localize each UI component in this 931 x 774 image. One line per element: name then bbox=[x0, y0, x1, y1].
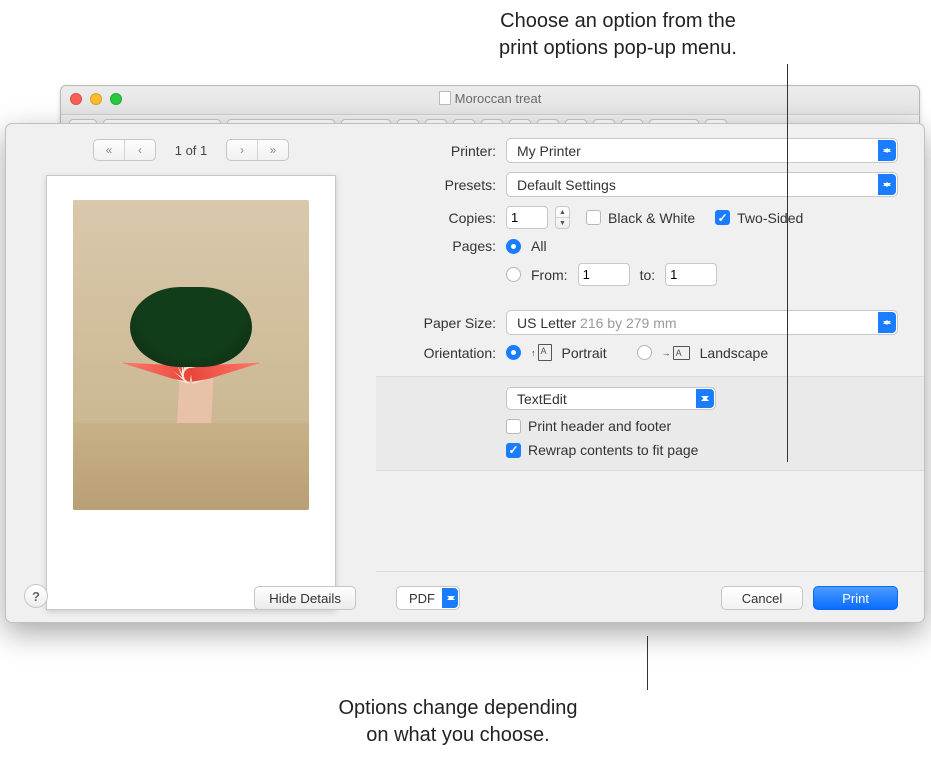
next-page-button[interactable]: › bbox=[227, 140, 257, 160]
pages-to-label: to: bbox=[640, 267, 656, 283]
pages-from-label: From: bbox=[531, 267, 568, 283]
page-navigator: « ‹ 1 of 1 › » bbox=[26, 139, 356, 161]
window-title: Moroccan treat bbox=[61, 91, 919, 106]
last-page-button[interactable]: » bbox=[258, 140, 288, 160]
pages-range-radio[interactable] bbox=[506, 267, 521, 282]
orientation-landscape-radio[interactable] bbox=[637, 345, 652, 360]
portrait-icon: ↑ bbox=[531, 344, 552, 361]
paper-size-menu[interactable]: US Letter 216 by 279 mm bbox=[506, 310, 898, 335]
settings-pane: Printer: My Printer Presets: Default Set… bbox=[376, 124, 924, 622]
orientation-label: Orientation: bbox=[386, 345, 496, 361]
presets-menu[interactable]: Default Settings bbox=[506, 172, 898, 197]
app-options-section: TextEdit Print header and footer Rewrap … bbox=[376, 376, 924, 471]
help-button[interactable]: ? bbox=[24, 584, 48, 608]
paper-size-label: Paper Size: bbox=[386, 315, 496, 331]
pdf-menu[interactable]: PDF bbox=[396, 586, 460, 610]
pages-from-field[interactable] bbox=[578, 263, 630, 286]
printer-menu[interactable]: My Printer bbox=[506, 138, 898, 163]
print-options-menu[interactable]: TextEdit bbox=[506, 387, 716, 410]
hide-details-button[interactable]: Hide Details bbox=[254, 586, 356, 610]
landscape-icon: → bbox=[662, 346, 690, 360]
presets-label: Presets: bbox=[386, 177, 496, 193]
pages-label: Pages: bbox=[386, 238, 496, 254]
copies-stepper[interactable]: ▲▼ bbox=[555, 206, 570, 229]
orientation-portrait-radio[interactable] bbox=[506, 345, 521, 360]
orientation-portrait-label: Portrait bbox=[562, 345, 607, 361]
prev-page-segment: « ‹ bbox=[93, 139, 156, 161]
copies-label: Copies: bbox=[386, 210, 496, 226]
two-sided-label: Two-Sided bbox=[737, 210, 803, 226]
callout-bottom: Options change depending on what you cho… bbox=[268, 695, 648, 749]
preview-pane: « ‹ 1 of 1 › » bbox=[6, 124, 376, 622]
header-footer-checkbox[interactable] bbox=[506, 419, 521, 434]
dialog-footer: PDF Cancel Print bbox=[376, 571, 924, 610]
header-footer-label: Print header and footer bbox=[528, 418, 671, 434]
black-white-label: Black & White bbox=[608, 210, 695, 226]
pages-all-label: All bbox=[531, 238, 547, 254]
rewrap-label: Rewrap contents to fit page bbox=[528, 442, 698, 458]
first-page-button[interactable]: « bbox=[94, 140, 124, 160]
callout-top: Choose an option from the print options … bbox=[418, 8, 818, 62]
page-preview[interactable] bbox=[46, 175, 336, 610]
rewrap-checkbox[interactable] bbox=[506, 443, 521, 458]
document-icon bbox=[439, 91, 451, 105]
next-page-segment: › » bbox=[226, 139, 289, 161]
preview-image bbox=[73, 200, 309, 510]
cancel-button[interactable]: Cancel bbox=[721, 586, 803, 610]
prev-page-button[interactable]: ‹ bbox=[125, 140, 155, 160]
callout-line-top bbox=[787, 64, 788, 462]
copies-field[interactable] bbox=[506, 206, 548, 229]
print-button[interactable]: Print bbox=[813, 586, 898, 610]
pages-all-radio[interactable] bbox=[506, 239, 521, 254]
printer-label: Printer: bbox=[386, 143, 496, 159]
two-sided-checkbox[interactable] bbox=[715, 210, 730, 225]
black-white-checkbox[interactable] bbox=[586, 210, 601, 225]
page-indicator: 1 of 1 bbox=[166, 143, 216, 158]
callout-line-bottom bbox=[647, 636, 648, 690]
orientation-landscape-label: Landscape bbox=[700, 345, 769, 361]
pages-to-field[interactable] bbox=[665, 263, 717, 286]
